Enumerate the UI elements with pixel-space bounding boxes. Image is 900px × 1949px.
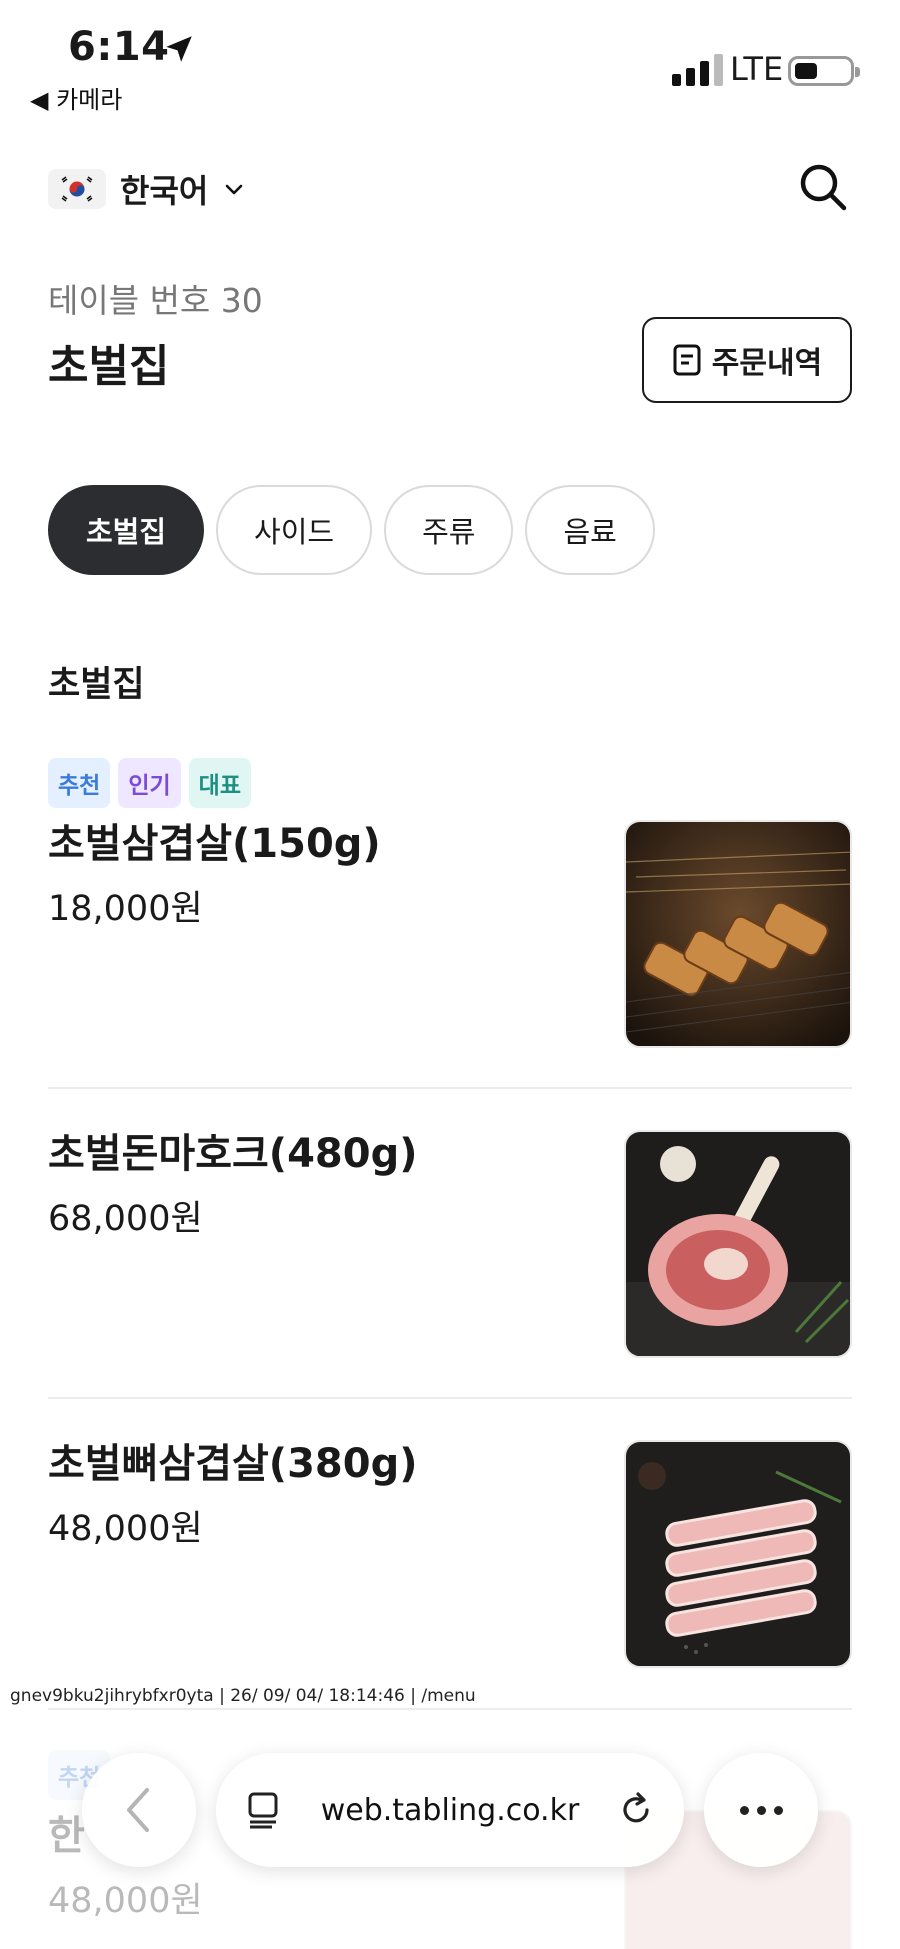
korea-flag-icon <box>48 169 106 209</box>
receipt-icon <box>673 344 701 376</box>
search-icon[interactable] <box>796 160 850 214</box>
network-type: LTE <box>730 50 784 88</box>
menu-item-photo <box>624 820 852 1048</box>
browser-url: web.tabling.co.kr <box>320 1792 580 1828</box>
tab-drinks[interactable]: 음료 <box>525 485 655 575</box>
divider <box>48 1087 852 1089</box>
more-dot-icon <box>739 1805 749 1815</box>
menu-item[interactable]: 초벌뼈삼겹살(380g) 48,000원 <box>48 1440 852 1670</box>
chevron-down-icon <box>226 184 243 195</box>
table-number: 테이블 번호 30 <box>48 281 263 320</box>
order-history-label: 주문내역 <box>711 346 823 381</box>
tabs-icon <box>248 1792 278 1829</box>
chevron-left-icon <box>127 1788 149 1832</box>
section-title: 초벌집 <box>48 665 145 705</box>
category-tabs: 초벌집 사이드 주류 음료 <box>48 485 655 575</box>
menu-item-photo <box>624 1130 852 1358</box>
battery-icon <box>788 56 860 86</box>
divider <box>48 1708 852 1710</box>
more-dot-icon <box>756 1805 766 1815</box>
status-time: 6:14 <box>68 24 170 70</box>
location-arrow-icon <box>166 36 192 62</box>
reload-icon[interactable] <box>616 1790 656 1830</box>
badge-popular: 인기 <box>118 758 181 808</box>
menu-item-photo <box>624 1440 852 1668</box>
badge-signature: 대표 <box>188 758 251 808</box>
tab-liquor[interactable]: 주류 <box>384 485 514 575</box>
language-label: 한국어 <box>120 172 209 210</box>
cellular-signal-icon <box>672 54 723 86</box>
browser-more-button[interactable] <box>704 1753 818 1867</box>
back-to-app-link[interactable]: ◀ 카메라 <box>30 80 122 115</box>
browser-back-button[interactable] <box>82 1753 196 1867</box>
menu-item[interactable]: 초벌돈마호크(480g) 68,000원 <box>48 1130 852 1360</box>
menu-item[interactable]: 추천 인기 대표 초벌삼겹살(150g) 18,000원 <box>48 758 852 1048</box>
divider <box>48 1397 852 1399</box>
browser-address-bar[interactable]: web.tabling.co.kr <box>216 1753 684 1867</box>
tab-chobeoljip[interactable]: 초벌집 <box>48 485 205 575</box>
tab-side[interactable]: 사이드 <box>216 485 373 575</box>
debug-info: gnev9bku2jihrybfxr0yta | 26/ 09/ 04/ 18:… <box>10 1686 476 1706</box>
order-history-button[interactable]: 주문내역 <box>642 317 852 403</box>
language-selector[interactable]: 한국어 <box>48 166 246 212</box>
more-dot-icon <box>773 1805 783 1815</box>
badge-recommended: 추천 <box>48 758 111 808</box>
store-name: 초벌집 <box>48 341 170 392</box>
